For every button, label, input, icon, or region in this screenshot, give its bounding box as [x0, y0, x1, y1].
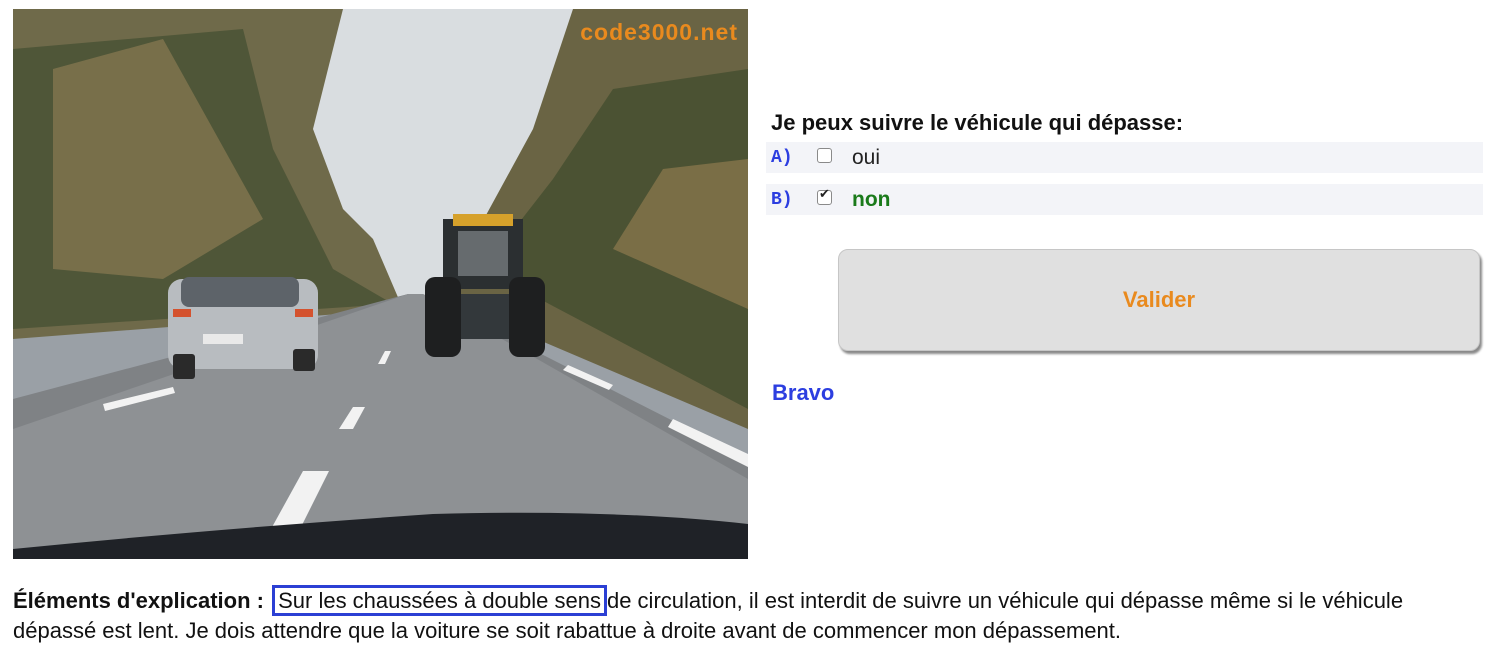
answer-row-a[interactable]: A) oui — [766, 142, 1483, 173]
answer-checkbox-b[interactable]: ✔ — [817, 186, 832, 205]
checkmark-icon: ✔ — [819, 186, 830, 201]
answer-letter-b: B) — [771, 189, 793, 210]
question-text: Je peux suivre le véhicule qui dépasse: — [771, 110, 1184, 135]
result-message: Bravo — [772, 380, 835, 405]
watermark-logo: code3000.net — [580, 19, 738, 45]
road-scene-image — [13, 9, 748, 559]
answer-letter-a: A) — [771, 147, 793, 168]
answer-checkbox-a[interactable] — [817, 148, 832, 163]
explanation-highlight: Sur les chaussées à double sens — [272, 585, 607, 616]
validate-button[interactable]: Valider — [838, 249, 1480, 351]
explanation-paragraph: Éléments d'explication : Sur les chaussé… — [13, 585, 1483, 646]
answer-text-b: non — [852, 187, 891, 211]
answer-text-a: oui — [852, 145, 881, 169]
answer-row-b[interactable]: B) ✔ non — [766, 184, 1483, 215]
question-photo: code3000.net — [13, 9, 748, 559]
explanation-label: Éléments d'explication : — [13, 588, 264, 613]
